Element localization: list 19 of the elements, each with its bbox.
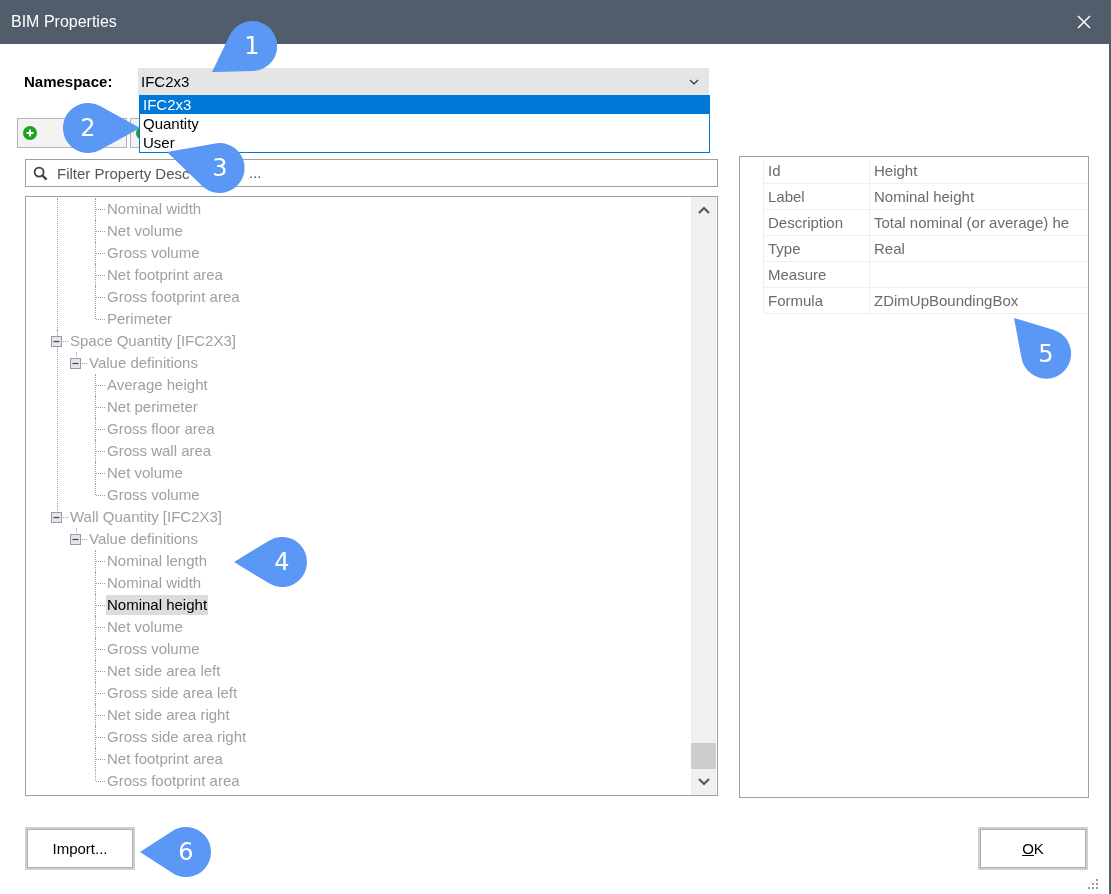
namespace-label: Namespace: [24, 73, 114, 90]
property-value: Nominal height [869, 184, 1088, 210]
placeholder-text: ... [249, 164, 262, 181]
callout-tooltip: 5 [1013, 318, 1071, 379]
property-name: Label [763, 184, 869, 210]
callout-tooltip: 1 [211, 21, 277, 73]
window-title: BIM Properties [11, 13, 117, 31]
property-value: Real [869, 236, 1088, 262]
callout-tooltip: 6 [140, 827, 211, 877]
property-value: Height [869, 158, 1088, 184]
property-name: Id [763, 158, 869, 184]
callout-tooltip: 2 [63, 103, 140, 153]
property-name: Formula [763, 288, 869, 314]
callout-tooltip: 4 [234, 537, 307, 587]
property-value: ZDimUpBoundingBox [869, 288, 1088, 314]
property-name: Measure [763, 262, 869, 288]
property-value: Total nominal (or average) he [869, 210, 1088, 236]
property-name: Description [763, 210, 869, 236]
property-name: Type [763, 236, 869, 262]
